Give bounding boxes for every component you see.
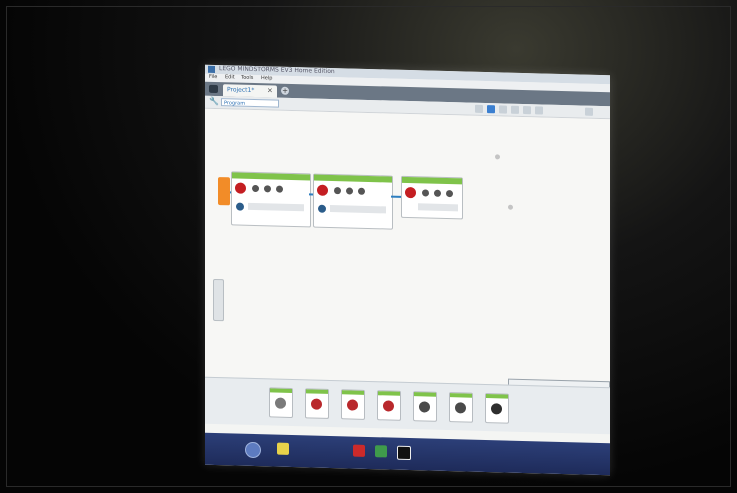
palette-block-move-steering[interactable]: [341, 389, 365, 420]
status-light-icon: [491, 403, 502, 415]
block-header: [232, 172, 310, 181]
browser-icon[interactable]: [375, 445, 387, 458]
block-header: [402, 176, 462, 185]
menu-file[interactable]: File: [209, 74, 217, 80]
projected-screen: LEGO MINDSTORMS EV3 Home Edition File Ed…: [205, 64, 610, 476]
motor-block[interactable]: [313, 173, 393, 230]
input-port-icon[interactable]: [236, 202, 244, 211]
port-icon[interactable]: [346, 187, 353, 195]
tab-project1-label: Project1*: [227, 86, 255, 94]
medium-motor-icon: [275, 397, 286, 409]
mode-icon[interactable]: [334, 187, 341, 195]
motor-block[interactable]: [231, 171, 311, 228]
block-header: [306, 389, 328, 394]
programming-palette: [205, 376, 610, 435]
pan-tool-button[interactable]: [499, 105, 507, 114]
settings-button[interactable]: [585, 107, 593, 116]
power-icon[interactable]: [358, 187, 365, 195]
ev3-app-icon[interactable]: [397, 445, 411, 461]
windows-start-icon[interactable]: [245, 441, 261, 459]
zoom-out-button[interactable]: [511, 105, 519, 114]
sound-icon: [455, 402, 466, 414]
block-header: [486, 394, 508, 399]
large-motor-icon: [311, 398, 322, 410]
select-tool-button[interactable]: [487, 105, 495, 114]
move-tank-icon: [383, 400, 394, 412]
parameter-field[interactable]: [418, 203, 458, 212]
home-icon[interactable]: [209, 84, 218, 94]
port-icon[interactable]: [264, 185, 271, 193]
menu-edit[interactable]: Edit: [225, 74, 235, 80]
comment-tool-button[interactable]: [475, 104, 483, 113]
browser-icon[interactable]: [353, 444, 365, 457]
palette-block-display[interactable]: [413, 391, 437, 422]
input-port-icon[interactable]: [318, 204, 326, 213]
block-header: [270, 388, 292, 393]
programming-canvas[interactable]: [205, 108, 610, 434]
zoom-reset-button[interactable]: [523, 106, 531, 115]
palette-block-brick-status-light[interactable]: [485, 393, 509, 424]
motor-block[interactable]: [401, 175, 463, 220]
program-selector[interactable]: Program: [221, 98, 279, 108]
app-icon: [208, 65, 215, 73]
motor-icon: [317, 184, 328, 196]
sequence-wire: [391, 195, 401, 198]
parameter-field[interactable]: [248, 202, 304, 212]
mode-icon[interactable]: [252, 184, 259, 193]
close-icon[interactable]: ×: [267, 86, 273, 94]
start-block[interactable]: [218, 177, 230, 206]
palette-block-move-tank[interactable]: [377, 390, 401, 421]
palette-block-sound[interactable]: [449, 392, 473, 423]
motor-icon: [405, 186, 416, 199]
motor-icon: [235, 182, 246, 194]
block-header: [342, 390, 364, 395]
canvas-marker: [508, 204, 513, 210]
folder-icon[interactable]: [277, 442, 289, 455]
power-icon[interactable]: [446, 190, 453, 198]
block-header: [414, 392, 436, 397]
power-icon[interactable]: [276, 185, 283, 193]
zoom-in-button[interactable]: [535, 106, 543, 115]
content-editor-handle[interactable]: [213, 278, 224, 322]
mode-icon[interactable]: [422, 189, 429, 197]
palette-block-large-motor[interactable]: [305, 388, 329, 419]
photo-background: LEGO MINDSTORMS EV3 Home Edition File Ed…: [0, 0, 737, 493]
block-header: [378, 391, 400, 396]
port-icon[interactable]: [434, 189, 441, 197]
palette-block-medium-motor[interactable]: [269, 387, 293, 419]
move-steering-icon: [347, 399, 358, 411]
menu-help[interactable]: Help: [261, 75, 272, 81]
display-icon: [419, 401, 430, 413]
add-tab-icon[interactable]: +: [281, 86, 289, 95]
parameter-field[interactable]: [330, 204, 386, 214]
wrench-icon[interactable]: 🔧: [209, 97, 219, 106]
block-header: [450, 393, 472, 398]
canvas-marker: [495, 154, 500, 160]
menu-tools[interactable]: Tools: [241, 75, 253, 81]
block-header: [314, 174, 392, 183]
